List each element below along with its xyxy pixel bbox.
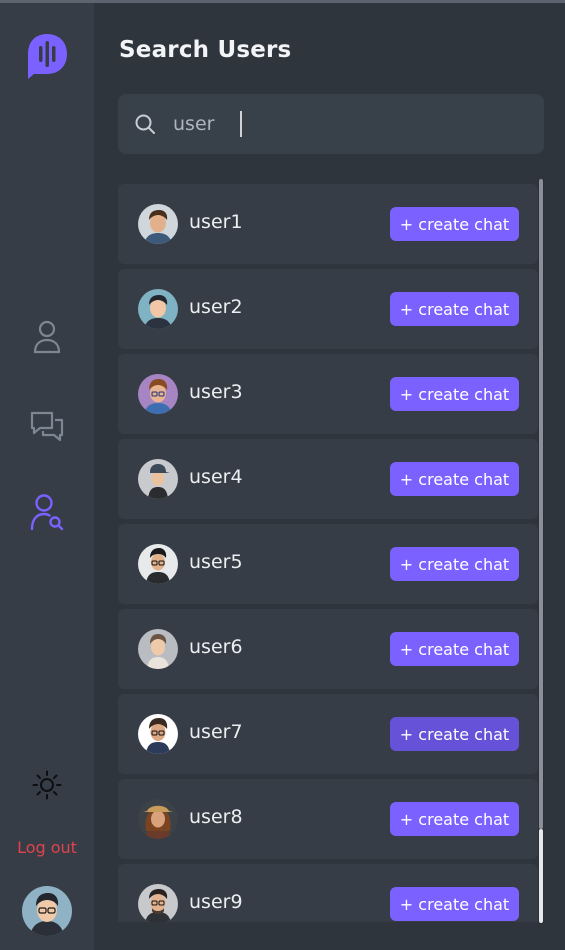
user-row: user4 + create chat <box>118 439 538 519</box>
user-row: user3 + create chat <box>118 354 538 434</box>
create-chat-button[interactable]: + create chat <box>390 717 519 751</box>
user-name: user1 <box>189 211 243 233</box>
create-chat-button[interactable]: + create chat <box>390 292 519 326</box>
create-chat-button[interactable]: + create chat <box>390 377 519 411</box>
text-caret <box>240 111 242 137</box>
user-name: user8 <box>189 806 243 828</box>
search-icon <box>135 114 155 134</box>
nav-chats-icon[interactable] <box>28 407 66 445</box>
user-avatar <box>138 714 178 754</box>
create-chat-button[interactable]: + create chat <box>390 207 519 241</box>
user-name: user7 <box>189 721 243 743</box>
user-row: user7 + create chat <box>118 694 538 774</box>
user-row: user9 + create chat <box>118 864 538 922</box>
user-avatar <box>138 884 178 922</box>
user-name: user6 <box>189 636 243 658</box>
scrollbar-thumb[interactable] <box>539 179 543 829</box>
create-chat-button[interactable]: + create chat <box>390 887 519 921</box>
user-avatar <box>138 204 178 244</box>
user-row: user5 + create chat <box>118 524 538 604</box>
create-chat-button[interactable]: + create chat <box>390 802 519 836</box>
nav-user-search-icon[interactable] <box>28 493 66 531</box>
user-avatar <box>138 799 178 839</box>
search-users-panel: Search Users user1 + create chat user2 +… <box>94 3 565 950</box>
page-title: Search Users <box>119 37 292 63</box>
user-avatar <box>138 289 178 329</box>
search-input[interactable] <box>173 108 513 140</box>
scrollbar-end-segment <box>539 829 543 923</box>
nav-profile-icon[interactable] <box>28 318 66 356</box>
create-chat-button[interactable]: + create chat <box>390 462 519 496</box>
sidebar: Log out <box>0 3 94 950</box>
user-name: user9 <box>189 891 243 913</box>
theme-toggle-sun-icon[interactable] <box>30 768 64 802</box>
user-list[interactable]: user1 + create chat user2 + create chat … <box>118 184 538 922</box>
user-avatar <box>138 629 178 669</box>
user-row: user1 + create chat <box>118 184 538 264</box>
user-name: user2 <box>189 296 243 318</box>
user-row: user8 + create chat <box>118 779 538 859</box>
current-user-avatar[interactable] <box>22 886 72 936</box>
user-avatar <box>138 544 178 584</box>
logout-button[interactable]: Log out <box>0 838 94 857</box>
create-chat-button[interactable]: + create chat <box>390 632 519 666</box>
user-row: user6 + create chat <box>118 609 538 689</box>
user-avatar <box>138 374 178 414</box>
user-name: user4 <box>189 466 243 488</box>
search-box[interactable] <box>118 94 544 154</box>
create-chat-button[interactable]: + create chat <box>390 547 519 581</box>
user-name: user5 <box>189 551 243 573</box>
user-avatar <box>138 459 178 499</box>
app-logo-icon[interactable] <box>26 33 68 79</box>
user-row: user2 + create chat <box>118 269 538 349</box>
user-name: user3 <box>189 381 243 403</box>
